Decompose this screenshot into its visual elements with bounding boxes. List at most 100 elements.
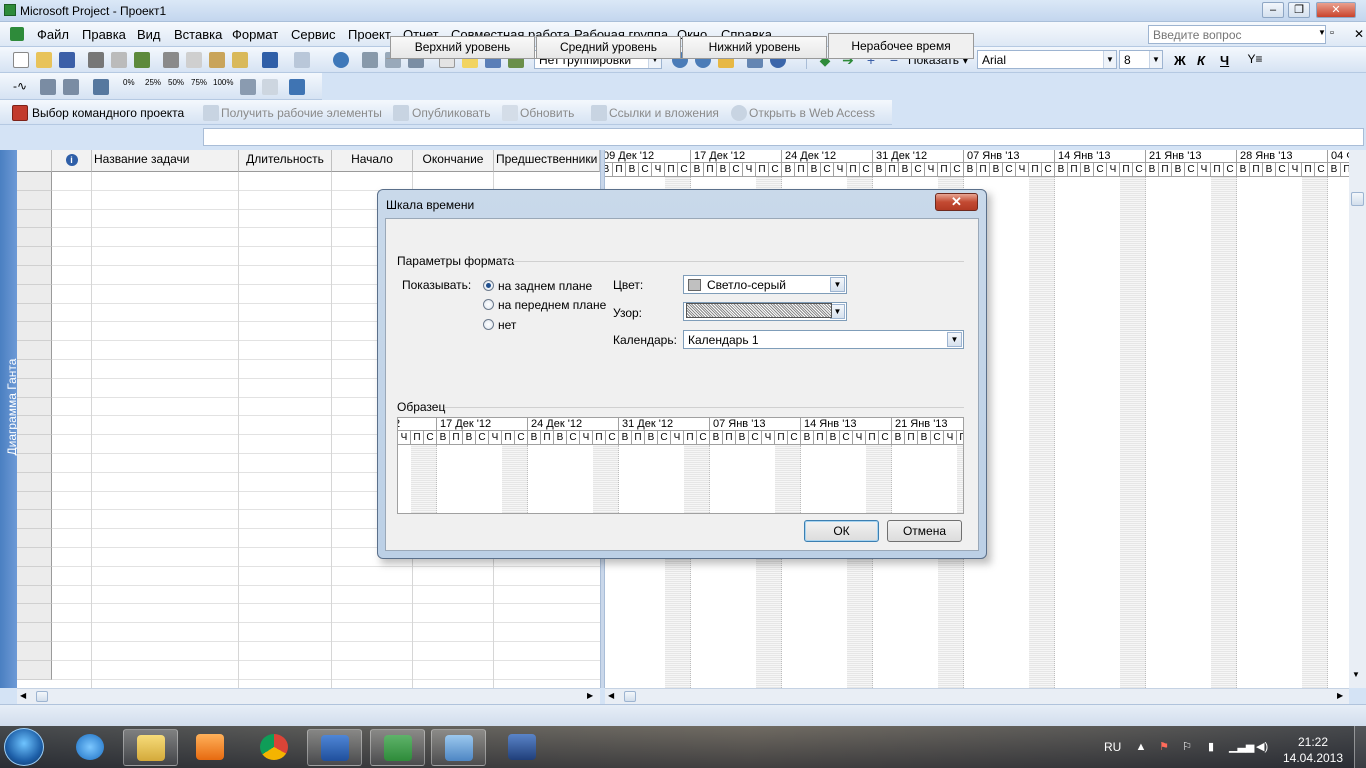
row-header[interactable] [17, 435, 52, 454]
signal-icon[interactable]: ▁▃▅ [1229, 741, 1254, 753]
row-header[interactable] [17, 604, 52, 623]
scroll-thumb[interactable] [36, 691, 48, 702]
col-duration[interactable]: Длительность [239, 150, 332, 172]
paste-icon[interactable] [209, 52, 225, 68]
scroll-left-icon[interactable]: ◀ [20, 691, 26, 700]
collaborate-icon[interactable] [289, 79, 305, 95]
print-preview-icon[interactable] [111, 52, 127, 68]
scroll-thumb[interactable] [1351, 192, 1364, 206]
table-row[interactable] [52, 642, 600, 661]
team-project-icon[interactable] [12, 105, 28, 121]
document-icon[interactable] [10, 27, 24, 41]
row-header[interactable] [17, 454, 52, 473]
row-header[interactable] [17, 210, 52, 228]
menu-file[interactable]: Файл [37, 27, 69, 42]
row-header[interactable] [17, 548, 52, 567]
clock[interactable]: 21:22 14.04.2013 [1282, 734, 1344, 766]
minimize-button[interactable]: – [1262, 2, 1284, 18]
scroll-thumb[interactable] [624, 691, 636, 702]
row-header[interactable] [17, 247, 52, 266]
tracking-gantt-icon[interactable]: -∿ [12, 79, 28, 95]
tab-top-tier[interactable]: Верхний уровень [390, 36, 535, 58]
copy-icon[interactable] [186, 52, 202, 68]
calendar-select[interactable]: Календарь 1 ▼ [683, 330, 964, 349]
restore-button[interactable]: ❐ [1288, 2, 1310, 18]
indent-out-icon[interactable] [40, 79, 56, 95]
radio-background-label[interactable]: на заднем плане [498, 279, 592, 293]
volume-icon[interactable]: ◀) [1256, 741, 1268, 753]
word-taskbar-button[interactable] [307, 729, 362, 766]
percent-0-button[interactable]: 0% [123, 78, 135, 87]
scroll-left-icon[interactable]: ◀ [608, 691, 614, 700]
show-desktop-button[interactable] [1354, 726, 1366, 768]
gantt-horizontal-scrollbar[interactable]: ◀ ▶ [605, 688, 1349, 704]
get-work-items-button[interactable]: Получить рабочие элементы [221, 106, 382, 120]
table-row[interactable] [52, 604, 600, 623]
close-window-button[interactable]: ✕ [1316, 2, 1356, 18]
percent-75-button[interactable]: 75% [191, 78, 207, 87]
save-icon[interactable] [59, 52, 75, 68]
menu-tools[interactable]: Сервис [291, 27, 336, 42]
menu-edit[interactable]: Правка [82, 27, 126, 42]
ok-button[interactable]: ОК [804, 520, 879, 542]
indent-in-icon[interactable] [63, 79, 79, 95]
row-header[interactable] [17, 510, 52, 529]
tab-bottom-tier[interactable]: Нижний уровень [682, 36, 827, 58]
table-row[interactable] [52, 623, 600, 642]
row-header[interactable] [17, 398, 52, 416]
italic-button[interactable]: К [1197, 53, 1205, 68]
media-player-taskbar-button[interactable] [183, 729, 238, 766]
row-header[interactable] [17, 266, 52, 285]
row-header[interactable] [17, 191, 52, 210]
row-header[interactable] [17, 379, 52, 398]
col-task-name[interactable]: Название задачи [92, 150, 239, 172]
choose-team-project-button[interactable]: Выбор командного проекта [32, 106, 184, 120]
percent-25-button[interactable]: 25% [145, 78, 161, 87]
undo-icon[interactable] [262, 52, 278, 68]
chrome-taskbar-button[interactable] [247, 729, 302, 766]
row-header[interactable] [17, 661, 52, 680]
update-tasks-icon[interactable] [93, 79, 109, 95]
row-header[interactable] [17, 492, 52, 510]
doc-close-icon[interactable]: ✕ [1354, 27, 1364, 41]
menu-format[interactable]: Формат [232, 27, 278, 42]
open-icon[interactable] [36, 52, 52, 68]
explorer-taskbar-button[interactable] [123, 729, 178, 766]
table-row[interactable] [52, 661, 600, 680]
spelling-icon[interactable] [134, 52, 150, 68]
row-header[interactable] [17, 623, 52, 642]
menu-view[interactable]: Вид [137, 27, 161, 42]
filter-icon[interactable]: Y≡ [1247, 52, 1263, 68]
save-app-taskbar-button[interactable] [495, 729, 550, 766]
table-row[interactable] [52, 567, 600, 586]
row-header[interactable] [17, 586, 52, 604]
power-icon[interactable]: ▮ [1205, 741, 1217, 753]
start-button[interactable] [4, 728, 44, 766]
row-header[interactable] [17, 285, 52, 304]
radio-none-label[interactable]: нет [498, 318, 516, 332]
row-header[interactable] [17, 172, 52, 191]
scroll-right-icon[interactable]: ▶ [587, 691, 593, 700]
row-header[interactable] [17, 360, 52, 379]
menu-insert[interactable]: Вставка [174, 27, 222, 42]
project-taskbar-button[interactable] [370, 729, 425, 766]
row-header[interactable] [17, 567, 52, 586]
cut-icon[interactable] [163, 52, 179, 68]
row-header[interactable] [17, 228, 52, 247]
radio-none[interactable] [483, 319, 494, 330]
scroll-right-icon[interactable]: ▶ [1337, 691, 1343, 700]
new-icon[interactable] [13, 52, 29, 68]
cancel-button[interactable]: Отмена [887, 520, 962, 542]
print-icon[interactable] [88, 52, 104, 68]
bold-button[interactable]: Ж [1174, 53, 1186, 68]
doc-restore-icon[interactable]: ▫ [1330, 27, 1334, 39]
row-header[interactable] [17, 304, 52, 322]
help-dropdown-icon[interactable]: ▼ [1318, 28, 1326, 37]
font-select[interactable]: Arial ▼ [977, 50, 1117, 69]
help-search-input[interactable] [1148, 25, 1326, 44]
underline-button[interactable]: Ч [1220, 53, 1229, 68]
show-hidden-icons[interactable]: ▲ [1135, 741, 1147, 753]
radio-foreground-label[interactable]: на переднем плане [498, 298, 606, 312]
tab-nonworking-time[interactable]: Нерабочее время [828, 33, 974, 59]
flag-icon[interactable]: ⚐ [1181, 741, 1193, 753]
